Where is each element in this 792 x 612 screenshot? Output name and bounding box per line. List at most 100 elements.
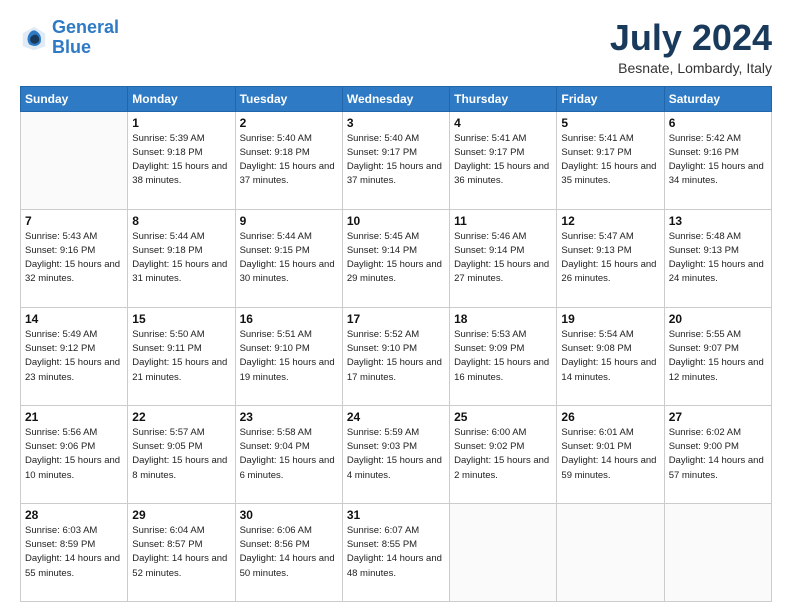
day-info: Sunrise: 5:46 AM Sunset: 9:14 PM Dayligh… [454,230,552,287]
sunset-text: Sunset: 9:05 PM [132,441,202,452]
daylight-text: Daylight: 15 hours and 27 minutes. [454,259,549,284]
day-info: Sunrise: 6:06 AM Sunset: 8:56 PM Dayligh… [240,524,338,581]
col-sunday: Sunday [21,86,128,111]
sunset-text: Sunset: 9:12 PM [25,343,95,354]
sunrise-text: Sunrise: 5:39 AM [132,133,204,144]
day-info: Sunrise: 5:57 AM Sunset: 9:05 PM Dayligh… [132,426,230,483]
day-number: 14 [25,312,123,326]
day-info: Sunrise: 5:54 AM Sunset: 9:08 PM Dayligh… [561,328,659,385]
daylight-text: Daylight: 15 hours and 12 minutes. [669,357,764,382]
col-monday: Monday [128,86,235,111]
daylight-text: Daylight: 15 hours and 32 minutes. [25,259,120,284]
sunrise-text: Sunrise: 5:42 AM [669,133,741,144]
sunset-text: Sunset: 9:18 PM [132,245,202,256]
day-info: Sunrise: 5:44 AM Sunset: 9:18 PM Dayligh… [132,230,230,287]
table-row: 12 Sunrise: 5:47 AM Sunset: 9:13 PM Dayl… [557,209,664,307]
day-number: 1 [132,116,230,130]
sunrise-text: Sunrise: 5:41 AM [561,133,633,144]
day-info: Sunrise: 5:42 AM Sunset: 9:16 PM Dayligh… [669,132,767,189]
day-number: 9 [240,214,338,228]
table-row: 10 Sunrise: 5:45 AM Sunset: 9:14 PM Dayl… [342,209,449,307]
sunrise-text: Sunrise: 5:47 AM [561,231,633,242]
day-number: 17 [347,312,445,326]
table-row [664,503,771,601]
daylight-text: Daylight: 15 hours and 23 minutes. [25,357,120,382]
day-info: Sunrise: 5:40 AM Sunset: 9:17 PM Dayligh… [347,132,445,189]
day-number: 3 [347,116,445,130]
daylight-text: Daylight: 15 hours and 31 minutes. [132,259,227,284]
sunset-text: Sunset: 9:10 PM [347,343,417,354]
day-info: Sunrise: 5:56 AM Sunset: 9:06 PM Dayligh… [25,426,123,483]
day-info: Sunrise: 6:01 AM Sunset: 9:01 PM Dayligh… [561,426,659,483]
sunrise-text: Sunrise: 6:07 AM [347,525,419,536]
day-number: 2 [240,116,338,130]
table-row: 6 Sunrise: 5:42 AM Sunset: 9:16 PM Dayli… [664,111,771,209]
sunset-text: Sunset: 9:15 PM [240,245,310,256]
table-row: 11 Sunrise: 5:46 AM Sunset: 9:14 PM Dayl… [450,209,557,307]
table-row: 4 Sunrise: 5:41 AM Sunset: 9:17 PM Dayli… [450,111,557,209]
daylight-text: Daylight: 14 hours and 52 minutes. [132,553,227,578]
sunset-text: Sunset: 8:59 PM [25,539,95,550]
sunset-text: Sunset: 9:02 PM [454,441,524,452]
table-row: 25 Sunrise: 6:00 AM Sunset: 9:02 PM Dayl… [450,405,557,503]
location: Besnate, Lombardy, Italy [610,60,772,76]
sunset-text: Sunset: 9:13 PM [669,245,739,256]
day-info: Sunrise: 5:40 AM Sunset: 9:18 PM Dayligh… [240,132,338,189]
table-row [21,111,128,209]
table-row: 19 Sunrise: 5:54 AM Sunset: 9:08 PM Dayl… [557,307,664,405]
day-number: 4 [454,116,552,130]
table-row: 14 Sunrise: 5:49 AM Sunset: 9:12 PM Dayl… [21,307,128,405]
day-info: Sunrise: 5:44 AM Sunset: 9:15 PM Dayligh… [240,230,338,287]
table-row: 17 Sunrise: 5:52 AM Sunset: 9:10 PM Dayl… [342,307,449,405]
sunset-text: Sunset: 8:57 PM [132,539,202,550]
daylight-text: Daylight: 15 hours and 10 minutes. [25,455,120,480]
day-info: Sunrise: 6:03 AM Sunset: 8:59 PM Dayligh… [25,524,123,581]
table-row: 28 Sunrise: 6:03 AM Sunset: 8:59 PM Dayl… [21,503,128,601]
day-info: Sunrise: 6:02 AM Sunset: 9:00 PM Dayligh… [669,426,767,483]
table-row: 30 Sunrise: 6:06 AM Sunset: 8:56 PM Dayl… [235,503,342,601]
sunset-text: Sunset: 9:01 PM [561,441,631,452]
sunrise-text: Sunrise: 5:46 AM [454,231,526,242]
sunset-text: Sunset: 9:06 PM [25,441,95,452]
table-row: 21 Sunrise: 5:56 AM Sunset: 9:06 PM Dayl… [21,405,128,503]
day-number: 13 [669,214,767,228]
daylight-text: Daylight: 15 hours and 6 minutes. [240,455,335,480]
sunrise-text: Sunrise: 5:48 AM [669,231,741,242]
sunrise-text: Sunrise: 5:51 AM [240,329,312,340]
day-info: Sunrise: 5:49 AM Sunset: 9:12 PM Dayligh… [25,328,123,385]
daylight-text: Daylight: 15 hours and 19 minutes. [240,357,335,382]
sunrise-text: Sunrise: 5:40 AM [240,133,312,144]
daylight-text: Daylight: 15 hours and 29 minutes. [347,259,442,284]
sunset-text: Sunset: 9:18 PM [240,147,310,158]
day-number: 5 [561,116,659,130]
month-title: July 2024 [610,18,772,58]
day-info: Sunrise: 5:59 AM Sunset: 9:03 PM Dayligh… [347,426,445,483]
daylight-text: Daylight: 15 hours and 35 minutes. [561,161,656,186]
daylight-text: Daylight: 14 hours and 59 minutes. [561,455,656,480]
daylight-text: Daylight: 15 hours and 34 minutes. [669,161,764,186]
sunrise-text: Sunrise: 5:45 AM [347,231,419,242]
day-info: Sunrise: 5:53 AM Sunset: 9:09 PM Dayligh… [454,328,552,385]
day-info: Sunrise: 5:58 AM Sunset: 9:04 PM Dayligh… [240,426,338,483]
table-row: 7 Sunrise: 5:43 AM Sunset: 9:16 PM Dayli… [21,209,128,307]
day-number: 8 [132,214,230,228]
daylight-text: Daylight: 15 hours and 21 minutes. [132,357,227,382]
day-number: 31 [347,508,445,522]
day-info: Sunrise: 5:51 AM Sunset: 9:10 PM Dayligh… [240,328,338,385]
daylight-text: Daylight: 15 hours and 26 minutes. [561,259,656,284]
col-tuesday: Tuesday [235,86,342,111]
sunrise-text: Sunrise: 6:02 AM [669,427,741,438]
sunset-text: Sunset: 9:07 PM [669,343,739,354]
calendar-week-row: 14 Sunrise: 5:49 AM Sunset: 9:12 PM Dayl… [21,307,772,405]
day-number: 24 [347,410,445,424]
sunrise-text: Sunrise: 5:43 AM [25,231,97,242]
daylight-text: Daylight: 15 hours and 16 minutes. [454,357,549,382]
day-number: 20 [669,312,767,326]
sunrise-text: Sunrise: 6:06 AM [240,525,312,536]
day-info: Sunrise: 5:41 AM Sunset: 9:17 PM Dayligh… [561,132,659,189]
daylight-text: Daylight: 14 hours and 57 minutes. [669,455,764,480]
day-info: Sunrise: 6:04 AM Sunset: 8:57 PM Dayligh… [132,524,230,581]
day-number: 27 [669,410,767,424]
table-row: 2 Sunrise: 5:40 AM Sunset: 9:18 PM Dayli… [235,111,342,209]
table-row: 16 Sunrise: 5:51 AM Sunset: 9:10 PM Dayl… [235,307,342,405]
